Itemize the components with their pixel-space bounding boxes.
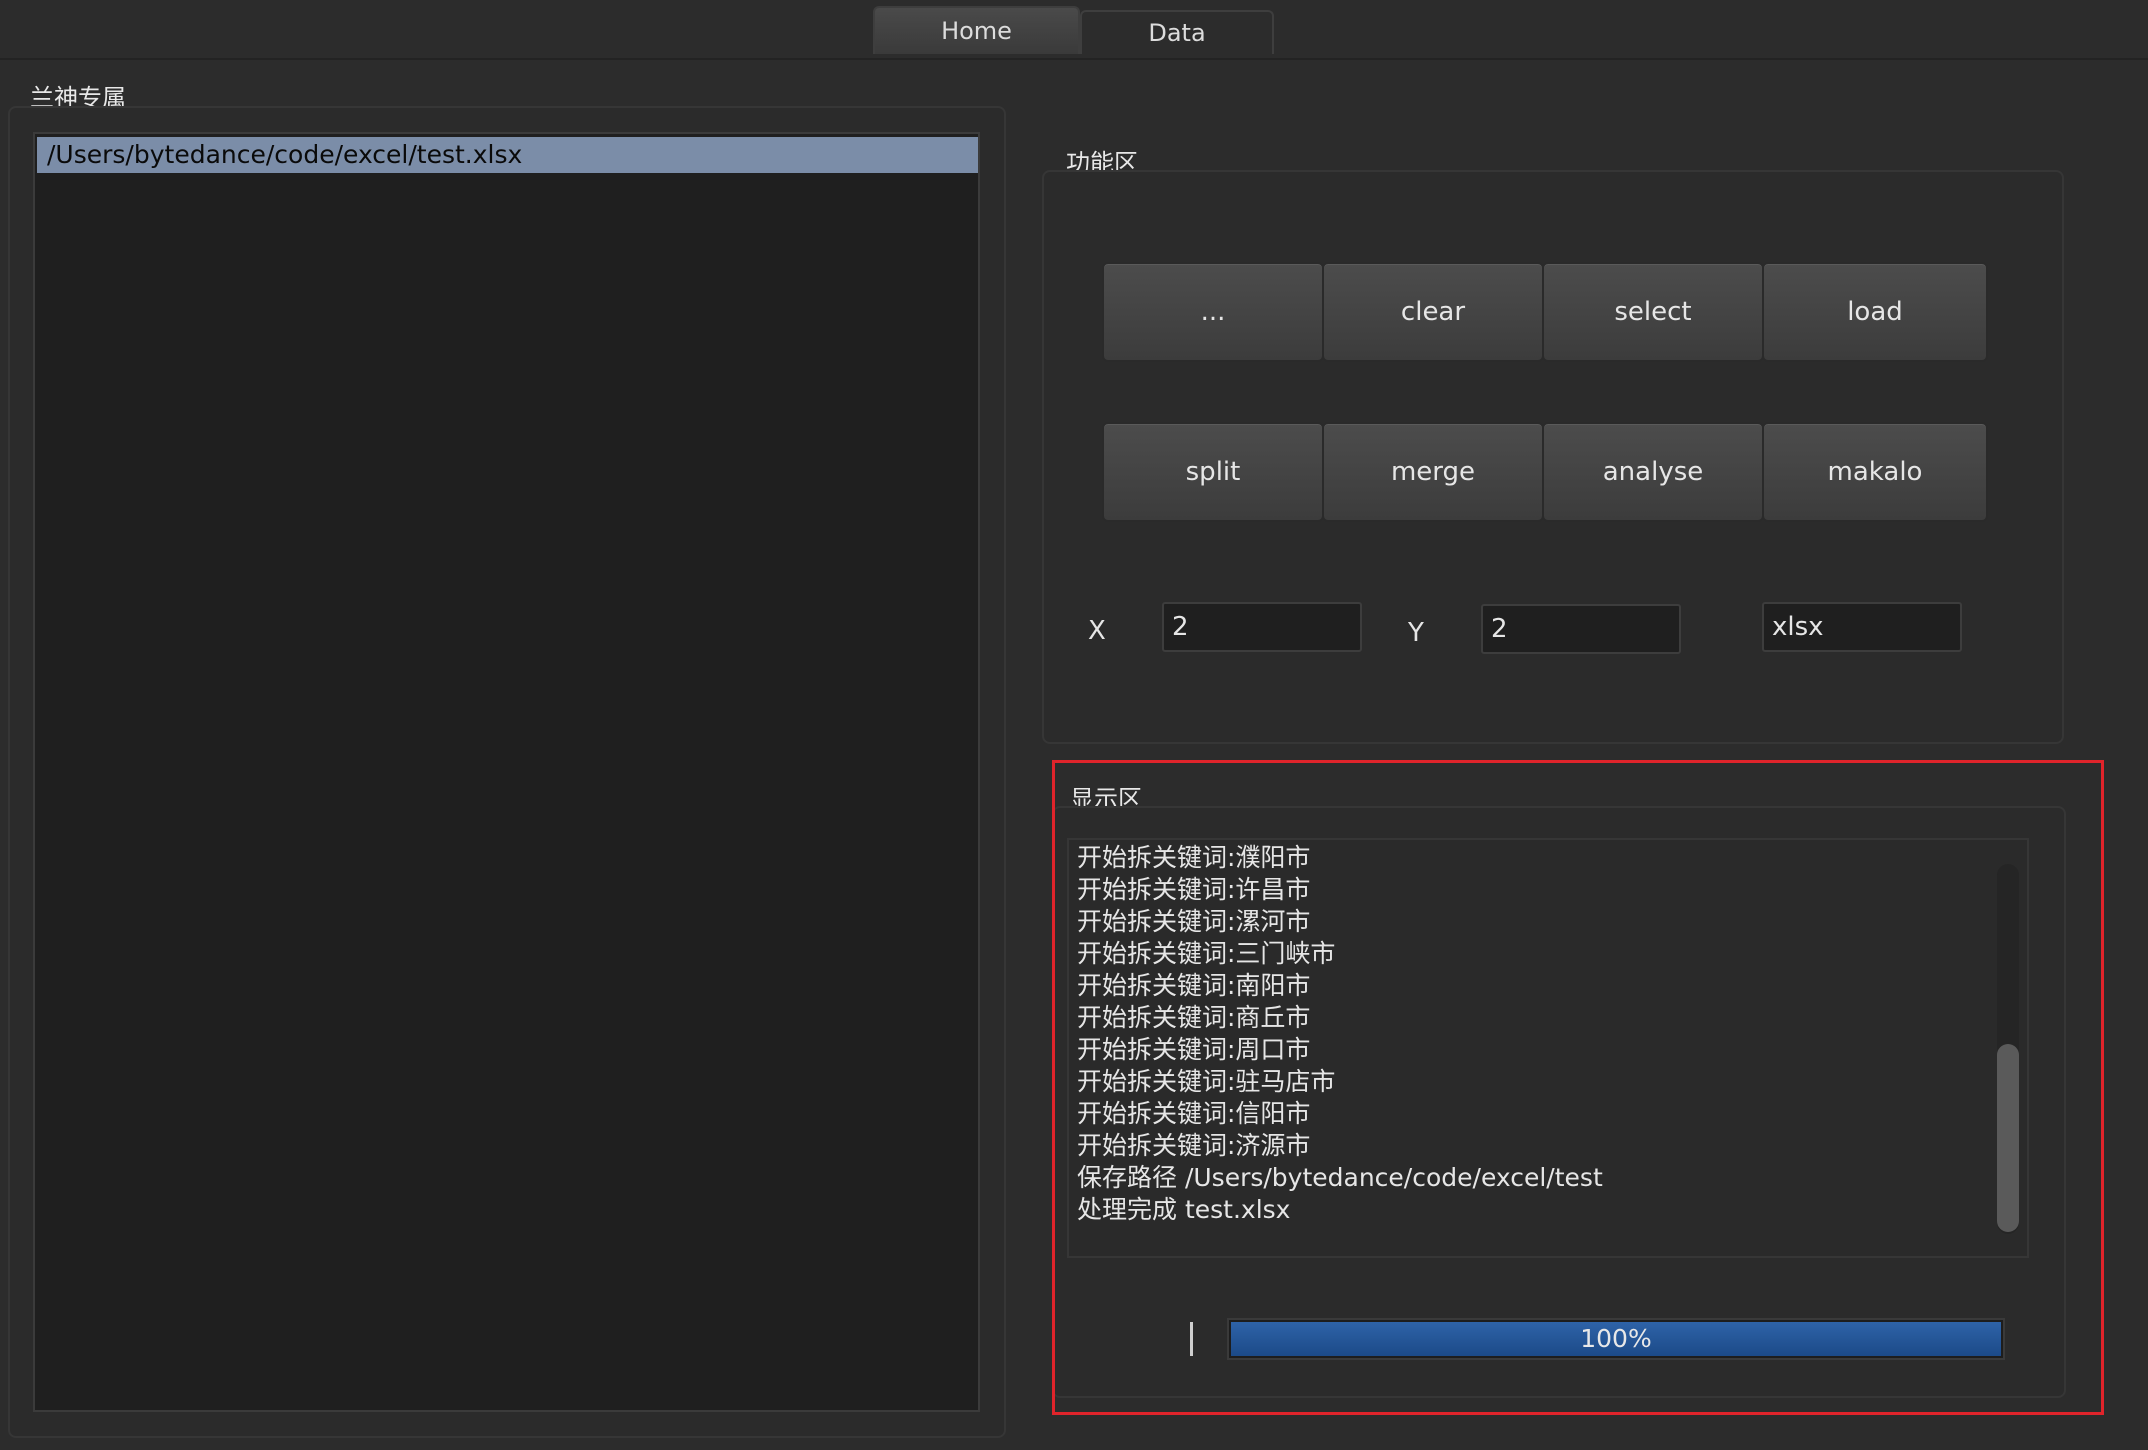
file-list-item[interactable]: /Users/bytedance/code/excel/test.xlsx — [37, 137, 978, 173]
file-list[interactable]: /Users/bytedance/code/excel/test.xlsx — [33, 132, 980, 1412]
x-label: X — [1088, 616, 1106, 646]
highlight-frame — [1052, 760, 2104, 1415]
analyse-button[interactable]: analyse — [1542, 422, 1764, 522]
tab-data[interactable]: Data — [1080, 10, 1274, 54]
tab-home[interactable]: Home — [873, 6, 1080, 54]
y-label: Y — [1408, 618, 1424, 648]
x-input[interactable] — [1162, 602, 1362, 652]
merge-button[interactable]: merge — [1322, 422, 1544, 522]
app-window: Home Data 兰神专属 /Users/bytedance/code/exc… — [0, 0, 2148, 1450]
load-button[interactable]: load — [1762, 262, 1988, 362]
browse-button[interactable]: ... — [1102, 262, 1324, 362]
makalo-button[interactable]: makalo — [1762, 422, 1988, 522]
y-input[interactable] — [1481, 604, 1681, 654]
select-button[interactable]: select — [1542, 262, 1764, 362]
clear-button[interactable]: clear — [1322, 262, 1544, 362]
format-input[interactable] — [1762, 602, 1962, 652]
tab-bar: Home Data — [0, 0, 2148, 60]
split-button[interactable]: split — [1102, 422, 1324, 522]
